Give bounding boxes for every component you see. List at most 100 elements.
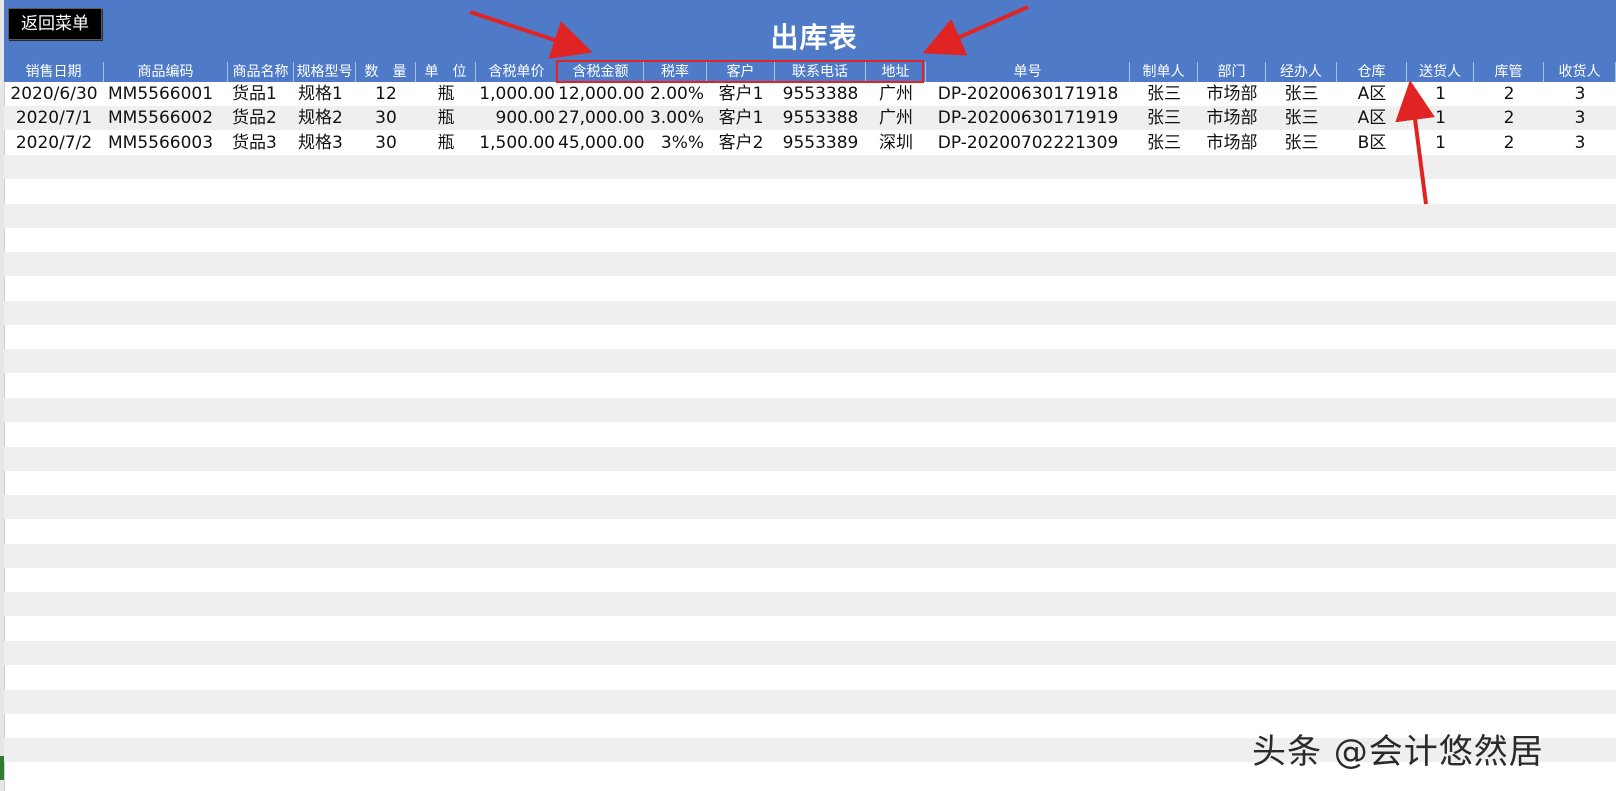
cell-product-code[interactable]: MM5566003 [104, 131, 228, 155]
table-row[interactable]: 2020/6/30 MM5566001 货品1 规格1 12 瓶 1,000.00 12,00… [4, 82, 1616, 106]
cell-unit[interactable]: 瓶 [416, 131, 476, 155]
empty-row[interactable] [4, 568, 1616, 592]
cell-warehouse-keeper[interactable]: 2 [1474, 106, 1544, 130]
header-unit[interactable]: 单 位 [416, 62, 476, 82]
empty-row[interactable] [4, 228, 1616, 252]
header-deliverer[interactable]: 送货人 [1407, 62, 1474, 82]
cell-handler[interactable]: 张三 [1266, 82, 1337, 106]
cell-unit[interactable]: 瓶 [416, 106, 476, 130]
header-amount-tax[interactable]: 含税金额 [558, 62, 644, 82]
header-phone[interactable]: 联系电话 [775, 62, 866, 82]
empty-row[interactable] [4, 592, 1616, 616]
empty-row[interactable] [4, 374, 1616, 398]
header-product-code[interactable]: 商品编码 [104, 62, 228, 82]
cell-warehouse[interactable]: A区 [1337, 106, 1407, 130]
empty-row[interactable] [4, 519, 1616, 543]
cell-phone[interactable]: 9553388 [775, 82, 866, 106]
header-customer[interactable]: 客户 [707, 62, 775, 82]
cell-spec-model[interactable]: 规格3 [294, 131, 356, 155]
cell-amount-tax[interactable]: 45,000.00 [558, 131, 644, 155]
empty-row[interactable] [4, 301, 1616, 325]
empty-row[interactable] [4, 398, 1616, 422]
header-tax-rate[interactable]: 税率 [644, 62, 707, 82]
cell-sales-date[interactable]: 2020/7/1 [4, 106, 104, 130]
empty-row[interactable] [4, 665, 1616, 689]
cell-tax-rate[interactable]: 2.00% [644, 82, 707, 106]
cell-creator[interactable]: 张三 [1130, 131, 1198, 155]
cell-handler[interactable]: 张三 [1266, 131, 1337, 155]
cell-address[interactable]: 广州 [866, 106, 926, 130]
header-product-name[interactable]: 商品名称 [228, 62, 294, 82]
cell-product-name[interactable]: 货品3 [228, 131, 294, 155]
cell-unit-price-tax[interactable]: 900.00 [476, 106, 558, 130]
cell-quantity[interactable]: 30 [356, 131, 416, 155]
cell-customer[interactable]: 客户2 [707, 131, 775, 155]
cell-receiver[interactable]: 3 [1544, 131, 1616, 155]
cell-order-number[interactable]: DP-20200630171919 [926, 106, 1130, 130]
cell-creator[interactable]: 张三 [1130, 82, 1198, 106]
header-warehouse[interactable]: 仓库 [1337, 62, 1407, 82]
cell-phone[interactable]: 9553388 [775, 106, 866, 130]
header-quantity[interactable]: 数 量 [356, 62, 416, 82]
cell-order-number[interactable]: DP-20200630171918 [926, 82, 1130, 106]
empty-row[interactable] [4, 422, 1616, 446]
cell-deliverer[interactable]: 1 [1407, 106, 1474, 130]
cell-sales-date[interactable]: 2020/6/30 [4, 82, 104, 106]
cell-unit[interactable]: 瓶 [416, 82, 476, 106]
header-receiver[interactable]: 收货人 [1544, 62, 1616, 82]
cell-creator[interactable]: 张三 [1130, 106, 1198, 130]
header-sales-date[interactable]: 销售日期 [4, 62, 104, 82]
cell-department[interactable]: 市场部 [1198, 106, 1266, 130]
empty-row[interactable] [4, 204, 1616, 228]
cell-department[interactable]: 市场部 [1198, 131, 1266, 155]
cell-warehouse[interactable]: A区 [1337, 82, 1407, 106]
empty-row[interactable] [4, 544, 1616, 568]
cell-deliverer[interactable]: 1 [1407, 131, 1474, 155]
cell-department[interactable]: 市场部 [1198, 82, 1266, 106]
cell-quantity[interactable]: 12 [356, 82, 416, 106]
empty-row[interactable] [4, 471, 1616, 495]
cell-warehouse-keeper[interactable]: 2 [1474, 131, 1544, 155]
table-row[interactable]: 2020/7/2 MM5566003 货品3 规格3 30 瓶 1,500.00 45,000… [4, 131, 1616, 155]
empty-row[interactable] [4, 349, 1616, 373]
cell-spec-model[interactable]: 规格2 [294, 106, 356, 130]
cell-customer[interactable]: 客户1 [707, 82, 775, 106]
header-department[interactable]: 部门 [1198, 62, 1266, 82]
header-unit-price-tax[interactable]: 含税单价 [476, 62, 558, 82]
empty-row[interactable] [4, 641, 1616, 665]
cell-warehouse-keeper[interactable]: 2 [1474, 82, 1544, 106]
cell-spec-model[interactable]: 规格1 [294, 82, 356, 106]
cell-quantity[interactable]: 30 [356, 106, 416, 130]
cell-address[interactable]: 深圳 [866, 131, 926, 155]
header-warehouse-keeper[interactable]: 库管 [1474, 62, 1544, 82]
cell-product-code[interactable]: MM5566001 [104, 82, 228, 106]
cell-receiver[interactable]: 3 [1544, 106, 1616, 130]
cell-customer[interactable]: 客户1 [707, 106, 775, 130]
cell-sales-date[interactable]: 2020/7/2 [4, 131, 104, 155]
empty-row[interactable] [4, 276, 1616, 300]
cell-deliverer[interactable]: 1 [1407, 82, 1474, 106]
cell-amount-tax[interactable]: 12,000.00 [558, 82, 644, 106]
cell-handler[interactable]: 张三 [1266, 106, 1337, 130]
empty-row[interactable] [4, 495, 1616, 519]
cell-receiver[interactable]: 3 [1544, 82, 1616, 106]
cell-warehouse[interactable]: B区 [1337, 131, 1407, 155]
header-address[interactable]: 地址 [866, 62, 926, 82]
empty-row[interactable] [4, 617, 1616, 641]
cell-tax-rate[interactable]: 3%% [644, 131, 707, 155]
empty-row[interactable] [4, 179, 1616, 203]
table-row[interactable]: 2020/7/1 MM5566002 货品2 规格2 30 瓶 900.00 27,000.0… [4, 106, 1616, 130]
empty-row[interactable] [4, 690, 1616, 714]
cell-product-code[interactable]: MM5566002 [104, 106, 228, 130]
cell-order-number[interactable]: DP-20200702221309 [926, 131, 1130, 155]
back-to-menu-button[interactable]: 返回菜单 [8, 8, 102, 40]
cell-unit-price-tax[interactable]: 1,000.00 [476, 82, 558, 106]
header-creator[interactable]: 制单人 [1130, 62, 1198, 82]
header-handler[interactable]: 经办人 [1266, 62, 1337, 82]
cell-tax-rate[interactable]: 3.00% [644, 106, 707, 130]
header-spec-model[interactable]: 规格型号 [294, 62, 356, 82]
cell-product-name[interactable]: 货品2 [228, 106, 294, 130]
cell-address[interactable]: 广州 [866, 82, 926, 106]
empty-row[interactable] [4, 155, 1616, 179]
cell-phone[interactable]: 9553389 [775, 131, 866, 155]
